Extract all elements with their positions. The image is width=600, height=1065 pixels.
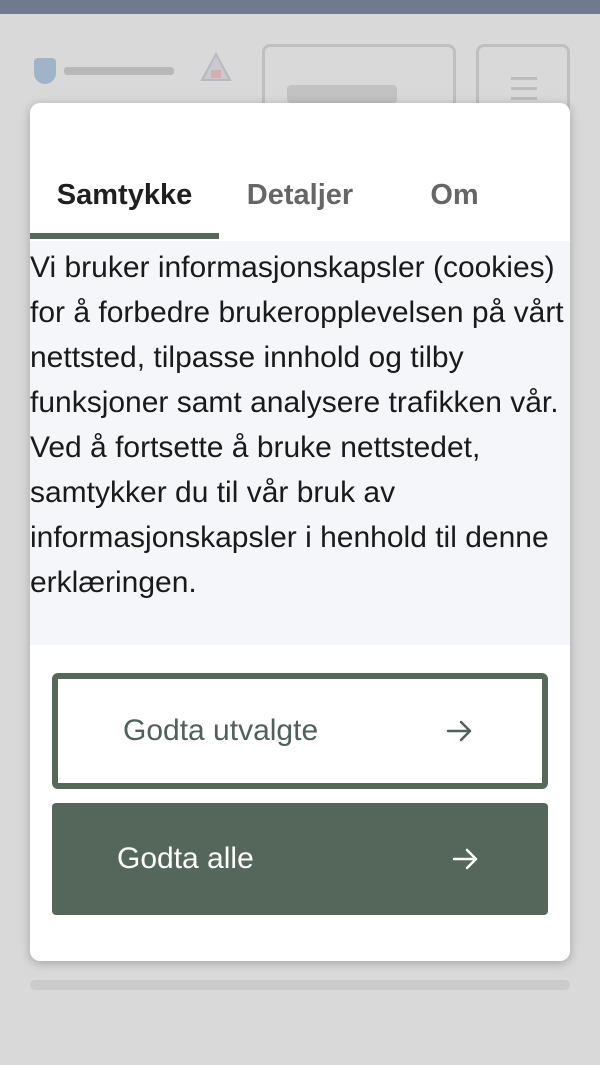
- tab-detaljer[interactable]: Detaljer: [219, 161, 381, 237]
- menu-icon: [511, 77, 537, 80]
- accept-selected-button[interactable]: Godta utvalgte: [52, 673, 548, 789]
- menu-icon-bar: [511, 97, 537, 100]
- site-header-bar: [0, 0, 600, 14]
- shield-logo-icon: [34, 58, 56, 84]
- my-page-label-placeholder: [287, 85, 397, 103]
- accept-selected-label: Godta utvalgte: [123, 714, 319, 747]
- active-tab-indicator: [30, 233, 219, 239]
- arrow-right-icon: [452, 847, 480, 871]
- site-logo: [30, 56, 180, 86]
- arrow-right-icon: [446, 719, 474, 743]
- cookie-consent-dialog: Samtykke Detaljer Om Vi bruker informasj…: [30, 103, 570, 961]
- logo-text-placeholder: [64, 67, 174, 75]
- accept-all-label: Godta alle: [117, 842, 254, 875]
- consent-description: Vi bruker informasjonskapsler (cookies) …: [30, 241, 570, 645]
- menu-icon-bar: [511, 87, 537, 90]
- accept-all-button[interactable]: Godta alle: [52, 803, 548, 915]
- tab-samtykke[interactable]: Samtykke: [30, 161, 219, 237]
- emblem-icon: [198, 50, 234, 86]
- background-divider: [30, 980, 570, 990]
- tab-om[interactable]: Om: [381, 161, 528, 237]
- consent-tabs: Samtykke Detaljer Om: [30, 161, 570, 242]
